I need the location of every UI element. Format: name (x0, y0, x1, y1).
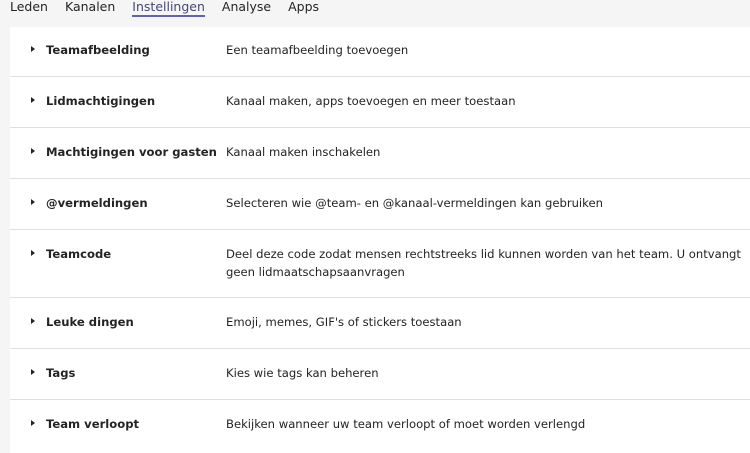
setting-title: Tags (46, 366, 76, 380)
setting-title: Teamafbeelding (46, 43, 150, 57)
setting-description: Kanaal maken inschakelen (226, 145, 381, 159)
setting-row-leuke-dingen[interactable]: Leuke dingen Emoji, memes, GIF's of stic… (10, 298, 750, 349)
setting-row-lidmachtigingen[interactable]: Lidmachtigingen Kanaal maken, apps toevo… (10, 77, 750, 128)
setting-row-team-verloopt[interactable]: Team verloopt Bekijken wanneer uw team v… (10, 400, 750, 453)
chevron-right-icon[interactable] (31, 46, 35, 52)
setting-title: Lidmachtigingen (46, 94, 156, 108)
setting-row-teamcode[interactable]: Teamcode Deel deze code zodat mensen rec… (10, 230, 750, 298)
setting-description: Emoji, memes, GIF's of stickers toestaan (226, 315, 462, 329)
tab-bar: Leden Kanalen Instellingen Analyse Apps (0, 0, 750, 18)
chevron-right-icon[interactable] (31, 199, 35, 205)
chevron-right-icon[interactable] (31, 97, 35, 103)
setting-title: @vermeldingen (46, 196, 148, 210)
tab-apps[interactable]: Apps (288, 0, 319, 13)
setting-description: Selecteren wie @team- en @kanaal-vermeld… (226, 196, 603, 210)
chevron-right-icon[interactable] (31, 420, 35, 426)
setting-title: Leuke dingen (46, 315, 134, 329)
setting-row-machtigingen-voor-gasten[interactable]: Machtigingen voor gasten Kanaal maken in… (10, 128, 750, 179)
setting-row-tags[interactable]: Tags Kies wie tags kan beheren (10, 349, 750, 400)
setting-row-vermeldingen[interactable]: @vermeldingen Selecteren wie @team- en @… (10, 179, 750, 230)
setting-description: Bekijken wanneer uw team verloopt of moe… (226, 417, 586, 431)
setting-title: Team verloopt (46, 417, 140, 431)
setting-description: Kies wie tags kan beheren (226, 366, 379, 380)
chevron-right-icon[interactable] (31, 250, 35, 256)
settings-list: Teamafbeelding Een teamafbeelding toevoe… (10, 27, 750, 453)
setting-row-teamafbeelding[interactable]: Teamafbeelding Een teamafbeelding toevoe… (10, 27, 750, 77)
tab-analyse[interactable]: Analyse (222, 0, 271, 13)
setting-title: Teamcode (46, 247, 112, 261)
chevron-right-icon[interactable] (31, 369, 35, 375)
tab-instellingen[interactable]: Instellingen (132, 0, 205, 17)
chevron-right-icon[interactable] (31, 148, 35, 154)
setting-description: Een teamafbeelding toevoegen (226, 43, 409, 57)
setting-description: Deel deze code zodat mensen rechtstreeks… (226, 247, 741, 279)
tab-kanalen[interactable]: Kanalen (65, 0, 115, 13)
chevron-right-icon[interactable] (31, 318, 35, 324)
setting-title: Machtigingen voor gasten (46, 145, 217, 159)
setting-description: Kanaal maken, apps toevoegen en meer toe… (226, 94, 516, 108)
tab-leden[interactable]: Leden (10, 0, 48, 13)
